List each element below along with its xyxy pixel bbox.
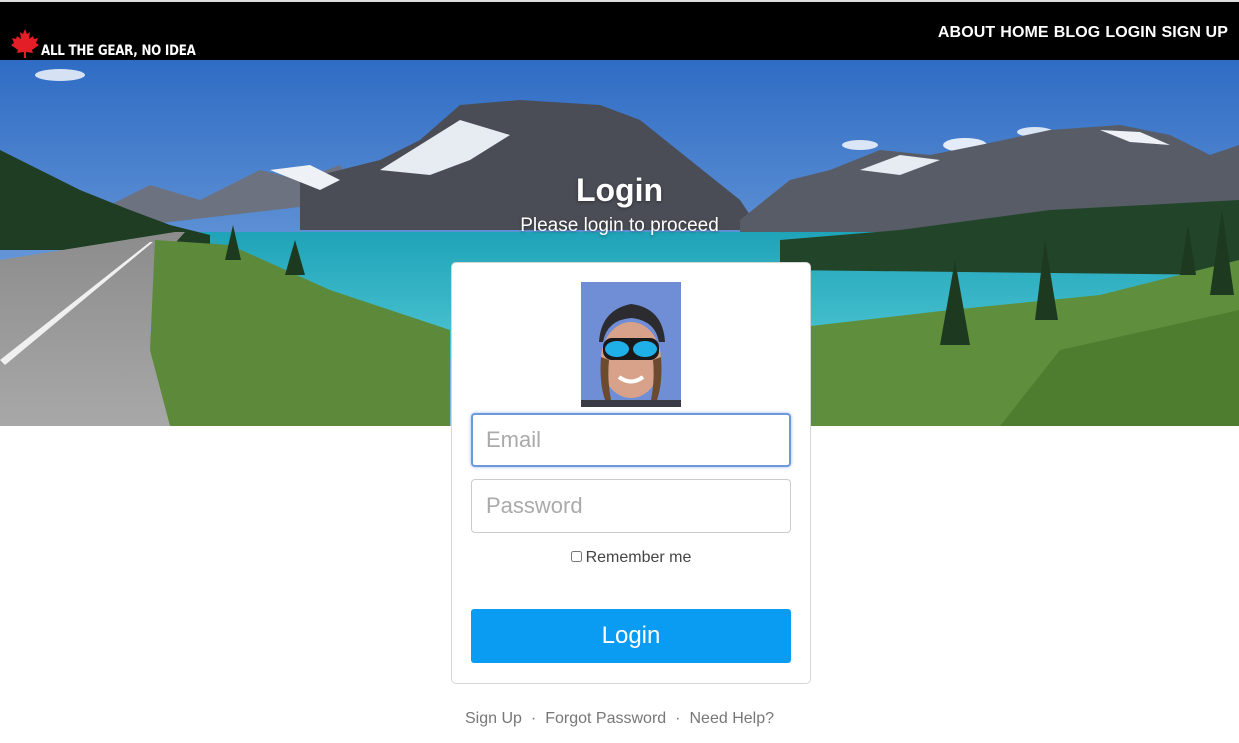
sign-up-link[interactable]: Sign Up (465, 710, 522, 727)
forgot-password-link[interactable]: Forgot Password (545, 710, 666, 727)
logo-text: ALL THE GEAR, NO IDEA (41, 43, 196, 59)
need-help-link[interactable]: Need Help? (690, 710, 775, 727)
top-navbar: ALL THE GEAR, NO IDEA ABOUT HOME BLOG LO… (0, 0, 1239, 60)
site-logo[interactable]: ALL THE GEAR, NO IDEA (10, 22, 223, 58)
main-nav: ABOUT HOME BLOG LOGIN SIGN UP (938, 24, 1228, 42)
remember-me-label[interactable]: Remember me (586, 549, 692, 566)
remember-me: Remember me (452, 549, 810, 567)
separator: · (675, 710, 681, 727)
password-input[interactable] (471, 479, 791, 533)
nav-login[interactable]: LOGIN (1105, 24, 1156, 42)
avatar (581, 282, 681, 407)
nav-blog[interactable]: BLOG (1054, 24, 1101, 42)
maple-leaf-icon (11, 29, 39, 58)
nav-home[interactable]: HOME (1000, 24, 1048, 42)
remember-me-checkbox[interactable] (570, 551, 582, 563)
login-button[interactable]: Login (471, 609, 791, 663)
page-subtitle: Please login to proceed (520, 215, 719, 236)
page-title: Login (575, 172, 664, 208)
nav-about[interactable]: ABOUT (938, 24, 995, 42)
nav-sign-up[interactable]: SIGN UP (1162, 24, 1229, 42)
footer-links: Sign Up · Forgot Password · Need Help? (0, 710, 1239, 728)
separator: · (530, 710, 537, 727)
email-input[interactable] (471, 413, 791, 467)
login-card: Remember me Login (451, 262, 811, 684)
